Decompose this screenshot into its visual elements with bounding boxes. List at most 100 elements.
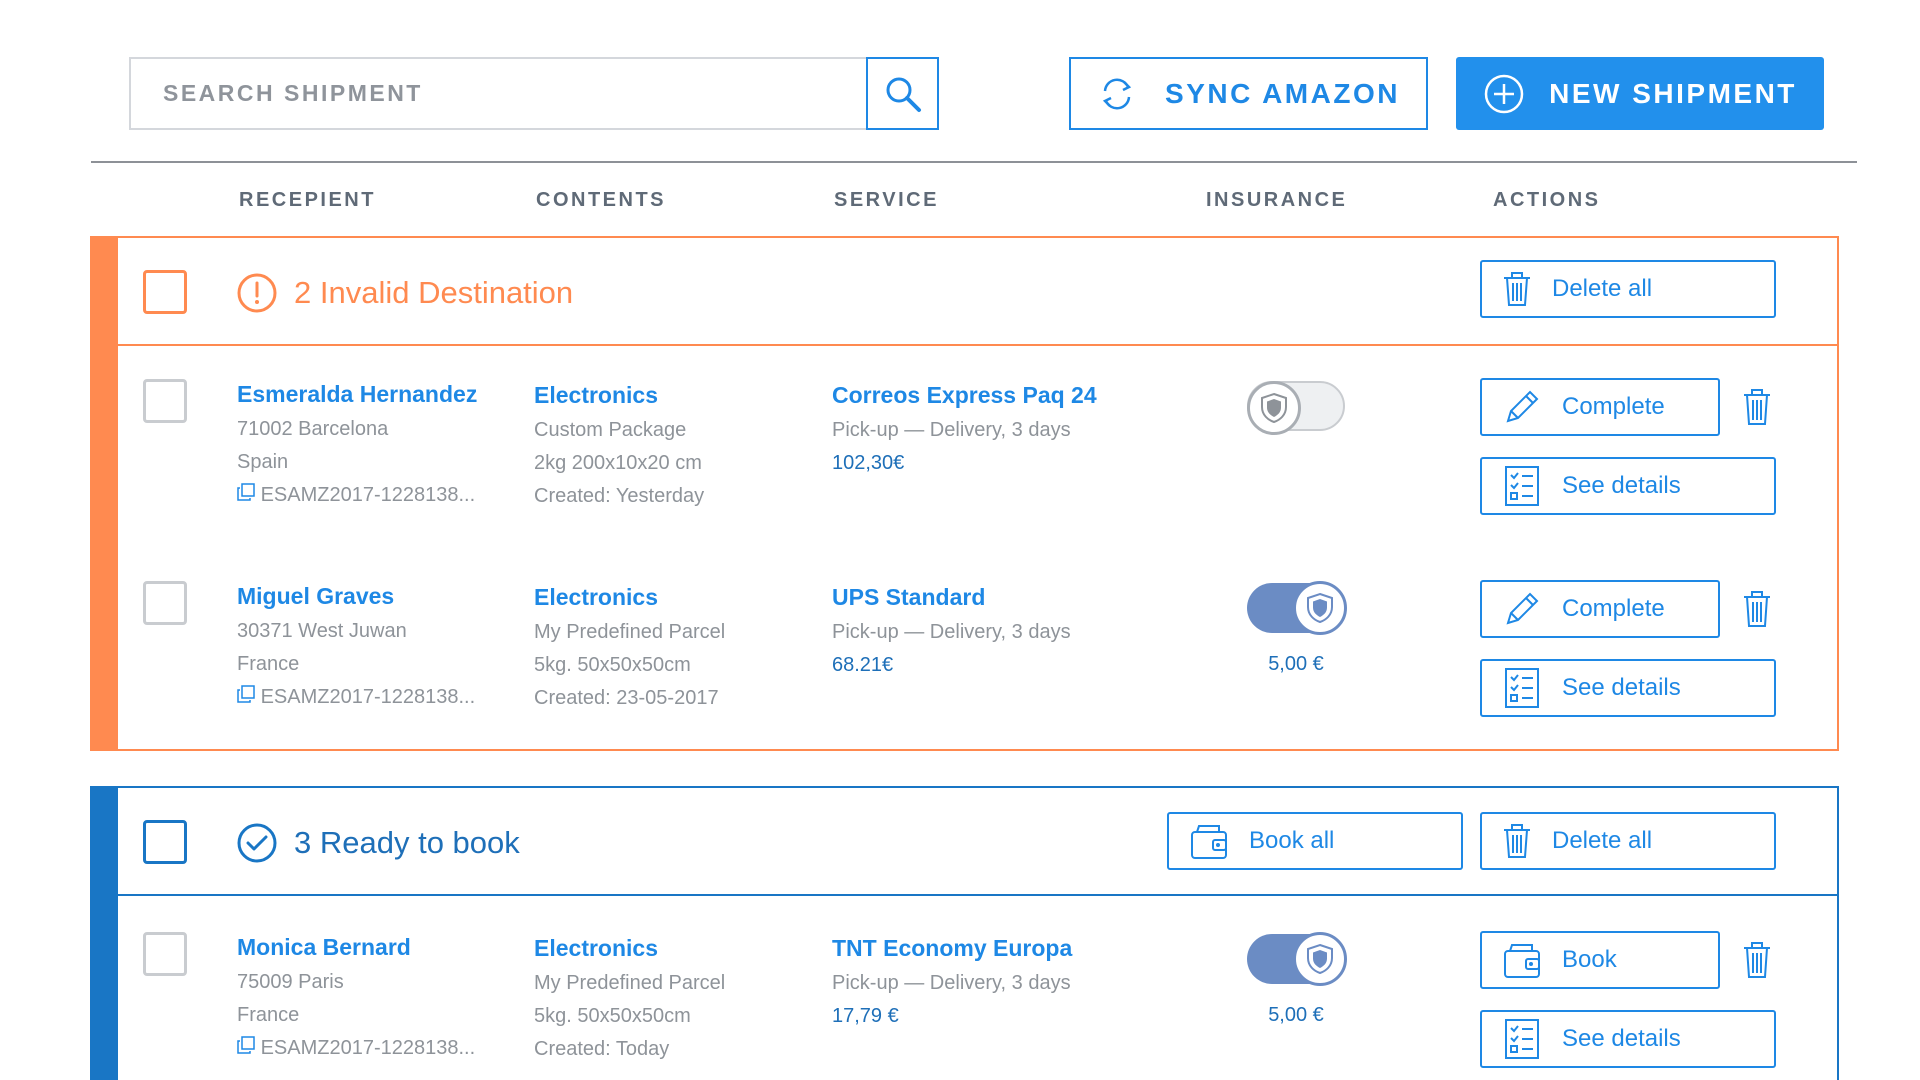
trash-icon [1504, 824, 1530, 858]
tracking-number: ESAMZ2017-1228138... [260, 686, 476, 708]
delete-row-button[interactable] [1737, 587, 1777, 631]
group-title-text: 3 Ready to book [294, 825, 520, 860]
recipient-address: 75009 Paris [237, 971, 344, 993]
delete-row-button[interactable] [1737, 938, 1777, 982]
toolbar-divider [91, 161, 1857, 163]
recipient-address: 71002 Barcelona [237, 418, 389, 440]
service-name[interactable]: UPS Standard [832, 581, 1071, 614]
see-details-label: See details [1562, 1025, 1681, 1052]
delete-row-button[interactable] [1737, 385, 1777, 429]
see-details-label: See details [1562, 674, 1681, 701]
new-shipment-label: NEW SHIPMENT [1549, 77, 1797, 109]
delivery-info: Pick-up — Delivery, 3 days [832, 621, 1071, 643]
complete-label: Complete [1562, 595, 1665, 622]
recipient-country: France [237, 653, 300, 675]
sync-amazon-button[interactable]: SYNC AMAZON [1069, 57, 1428, 130]
recipient-cell: Miguel Graves 30371 West Juwan France ES… [237, 580, 475, 714]
see-details-button[interactable]: See details [1480, 659, 1776, 717]
contents-title[interactable]: Electronics [534, 581, 725, 614]
column-header-service: SERVICE [834, 189, 939, 211]
trash-icon [1504, 272, 1530, 306]
trash-icon [1744, 389, 1770, 425]
recipient-country: Spain [237, 451, 289, 473]
contents-title[interactable]: Electronics [534, 932, 725, 965]
trash-icon [1744, 942, 1770, 978]
shield-icon [1307, 592, 1333, 624]
pencil-icon [1506, 592, 1539, 625]
tracking-line: ESAMZ2017-1228138... [237, 479, 477, 512]
wallet-icon [1504, 944, 1540, 978]
package-dimensions: 5kg. 50x50x50cm [534, 1005, 691, 1027]
alert-icon [237, 273, 277, 313]
row-select-checkbox[interactable] [143, 932, 187, 976]
row-select-checkbox[interactable] [143, 379, 187, 423]
complete-label: Complete [1562, 393, 1665, 420]
see-details-button[interactable]: See details [1480, 457, 1776, 515]
sync-icon [1102, 78, 1132, 109]
recipient-name[interactable]: Esmeralda Hernandez [237, 378, 477, 411]
insurance-amount: 5,00 € [1268, 1004, 1324, 1026]
shield-icon [1307, 943, 1333, 975]
column-header-contents: CONTENTS [536, 189, 666, 211]
service-price: 17,79 € [832, 1005, 899, 1027]
checklist-icon [1505, 668, 1539, 708]
copy-icon[interactable] [237, 1036, 255, 1054]
book-all-button[interactable]: Book all [1167, 812, 1463, 870]
row-select-checkbox[interactable] [143, 581, 187, 625]
delete-all-button[interactable]: Delete all [1480, 260, 1776, 318]
complete-button[interactable]: Complete [1480, 580, 1720, 638]
see-details-label: See details [1562, 472, 1681, 499]
package-dimensions: 5kg. 50x50x50cm [534, 654, 691, 676]
tracking-line: ESAMZ2017-1228138... [237, 1032, 475, 1065]
search-bar [129, 57, 939, 130]
copy-icon[interactable] [237, 483, 255, 501]
package-type: Custom Package [534, 419, 687, 441]
sync-amazon-label: SYNC AMAZON [1165, 77, 1400, 109]
recipient-address: 30371 West Juwan [237, 620, 407, 642]
package-type: My Predefined Parcel [534, 621, 726, 643]
delete-all-button[interactable]: Delete all [1480, 812, 1776, 870]
service-price: 68.21€ [832, 654, 894, 676]
toggle-knob [1293, 932, 1347, 986]
recipient-name[interactable]: Monica Bernard [237, 931, 475, 964]
insurance-toggle[interactable] [1247, 381, 1345, 435]
created-date: Created: Yesterday [534, 485, 705, 507]
search-input[interactable] [129, 57, 866, 130]
group-select-checkbox[interactable] [143, 820, 187, 864]
see-details-button[interactable]: See details [1480, 1010, 1776, 1068]
checklist-icon [1505, 466, 1539, 506]
contents-title[interactable]: Electronics [534, 379, 704, 412]
book-button[interactable]: Book [1480, 931, 1720, 989]
wallet-icon [1191, 825, 1227, 859]
group-header: 3 Ready to book Book all Delete all [118, 788, 1837, 896]
group-invalid-destination: 2 Invalid Destination Delete all Esmeral… [90, 236, 1839, 751]
group-select-checkbox[interactable] [143, 270, 187, 314]
service-cell: Correos Express Paq 24 Pick-up — Deliver… [832, 379, 1097, 480]
shield-icon [1261, 392, 1287, 424]
recipient-name[interactable]: Miguel Graves [237, 580, 475, 613]
delete-all-label: Delete all [1552, 827, 1653, 854]
search-button[interactable] [866, 57, 939, 130]
complete-button[interactable]: Complete [1480, 378, 1720, 436]
delete-all-label: Delete all [1552, 275, 1653, 302]
package-type: My Predefined Parcel [534, 972, 726, 994]
contents-cell: Electronics Custom Package 2kg 200x10x20… [534, 379, 704, 513]
new-shipment-button[interactable]: NEW SHIPMENT [1456, 57, 1824, 130]
created-date: Created: Today [534, 1038, 670, 1060]
service-name[interactable]: Correos Express Paq 24 [832, 379, 1097, 412]
service-cell: TNT Economy Europa Pick-up — Delivery, 3… [832, 932, 1072, 1033]
plus-circle-icon [1484, 74, 1524, 113]
insurance-toggle[interactable] [1247, 581, 1347, 635]
service-name[interactable]: TNT Economy Europa [832, 932, 1072, 965]
insurance-toggle[interactable] [1247, 932, 1347, 986]
group-header: 2 Invalid Destination Delete all [118, 238, 1837, 346]
recipient-cell: Esmeralda Hernandez 71002 Barcelona Spai… [237, 378, 477, 512]
service-price: 102,30€ [832, 452, 905, 474]
tracking-number: ESAMZ2017-1228138... [260, 484, 476, 506]
package-dimensions: 2kg 200x10x20 cm [534, 452, 702, 474]
group-title: 3 Ready to book [236, 822, 520, 864]
service-cell: UPS Standard Pick-up — Delivery, 3 days … [832, 581, 1071, 682]
contents-cell: Electronics My Predefined Parcel 5kg. 50… [534, 581, 725, 715]
copy-icon[interactable] [237, 685, 255, 703]
check-circle-icon [237, 823, 277, 863]
